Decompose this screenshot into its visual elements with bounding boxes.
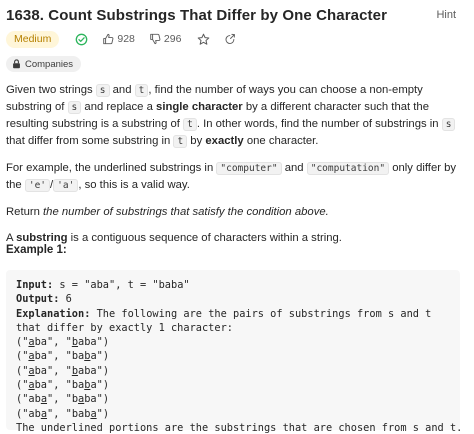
inline-code: s xyxy=(441,118,456,131)
example-footer: The underlined portions are the substrin… xyxy=(16,421,463,434)
example-block: Input: s = "aba", t = "baba" Output: 6 Exp… xyxy=(6,270,462,434)
substring-pair: ("aba", "baba") xyxy=(16,350,110,363)
output-label: Output: xyxy=(16,293,60,306)
substring-pair: ("aba", "baba") xyxy=(16,364,110,377)
explanation-label: Explanation: xyxy=(16,307,91,320)
tag-row: Companies xyxy=(6,56,82,72)
like-count: 928 xyxy=(117,33,135,45)
meta-row: Medium 928 296 xyxy=(6,30,236,48)
thumbs-down-icon xyxy=(150,33,161,45)
substring-pair: ("aba", "baba") xyxy=(16,379,110,392)
companies-label: Companies xyxy=(25,58,74,70)
inline-code: 'e' xyxy=(24,179,51,192)
dislike-button[interactable]: 296 xyxy=(149,33,182,45)
output-value: 6 xyxy=(59,293,72,306)
dislike-count: 296 xyxy=(163,33,182,45)
substring-pair: ("aba", "baba") xyxy=(16,393,110,406)
lock-icon xyxy=(13,59,20,69)
inline-code: t xyxy=(134,84,149,97)
description-paragraph-1: Given two strings s and t, find the numb… xyxy=(6,82,466,150)
description-paragraph-4: A substring is a contiguous sequence of … xyxy=(6,232,342,244)
companies-tag[interactable]: Companies xyxy=(6,56,82,72)
example-title: Example 1: xyxy=(6,244,67,256)
inline-code: 'a' xyxy=(53,179,79,192)
description-paragraph-3: Return the number of substrings that sat… xyxy=(6,206,329,218)
star-icon xyxy=(198,33,210,45)
problem-description: Given two strings s and t, find the numb… xyxy=(6,82,466,256)
inline-code: "computation" xyxy=(306,162,390,175)
inline-code: "computer" xyxy=(216,162,282,175)
hint-button[interactable]: Hint xyxy=(436,9,456,21)
substring-pair: ("aba", "baba") xyxy=(16,407,110,420)
like-button[interactable]: 928 xyxy=(102,33,135,45)
share-button[interactable] xyxy=(224,33,236,45)
input-label: Input: xyxy=(16,279,54,291)
favorite-button[interactable] xyxy=(197,33,210,46)
inline-code: t xyxy=(173,135,188,148)
substring-pair: ("aba", "baba") xyxy=(16,336,110,349)
description-paragraph-2: For example, the underlined substrings i… xyxy=(6,162,457,192)
solved-icon xyxy=(75,33,88,46)
input-value: s = "aba", t = "baba" xyxy=(53,279,190,291)
title-row: 1638. Count Substrings That Differ by On… xyxy=(6,7,466,25)
inline-code: s xyxy=(95,84,110,97)
problem-page: 1638. Count Substrings That Differ by On… xyxy=(0,0,474,434)
difficulty-badge: Medium xyxy=(6,30,60,48)
inline-code: t xyxy=(183,118,197,131)
pairs-list: ("aba", "baba") ("aba", "baba") ("aba", "b… xyxy=(16,335,450,421)
problem-title[interactable]: 1638. Count Substrings That Differ by On… xyxy=(6,7,387,24)
thumbs-up-icon xyxy=(103,33,114,45)
inline-code: s xyxy=(67,101,82,114)
share-icon xyxy=(225,33,236,45)
